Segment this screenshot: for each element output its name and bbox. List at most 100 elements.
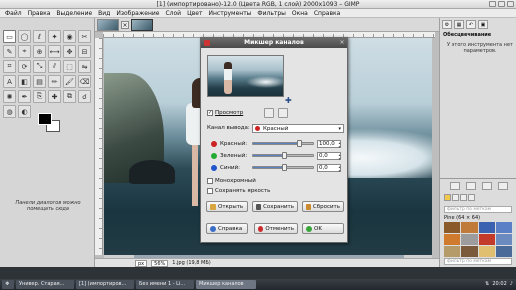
network-icon[interactable]: ⇅ [485,280,489,289]
menu-file[interactable]: Файл [2,9,25,17]
taskbar-item-active[interactable]: Микшер каналов [196,280,256,289]
paths-icon[interactable]: ✎ [3,45,16,58]
pattern-swatch[interactable] [495,222,512,233]
menu-tools[interactable]: Инструменты [205,9,254,17]
crop-icon[interactable]: ⌗ [3,60,16,73]
pattern-swatch[interactable] [478,234,495,245]
tag-assign-input[interactable]: фильтр по меткам [444,258,512,265]
preview-split-button[interactable] [264,108,274,118]
preview-navigate-icon[interactable]: ✚ [285,97,292,105]
tool-options-tab-icon[interactable]: ⚙ [442,20,452,29]
pattern-swatch[interactable] [495,246,512,257]
undo-tab-icon[interactable]: ↶ [466,20,476,29]
maximize-icon[interactable] [498,1,505,7]
ok-button[interactable]: OK [302,223,344,234]
vertical-ruler[interactable] [95,38,103,255]
device-status-tab-icon[interactable]: ▦ [454,20,464,29]
dodge-icon[interactable]: ◐ [18,105,31,118]
pattern-swatch[interactable] [461,246,478,257]
patterns-tab-icon[interactable] [444,194,451,201]
restore-options-icon[interactable] [466,182,476,190]
ellipse-select-icon[interactable]: ◯ [18,30,31,43]
zoom-select[interactable]: 56% [151,259,169,267]
green-value-input[interactable]: 0,0 [317,151,341,161]
gradients-tab-icon[interactable] [460,194,467,201]
taskbar-item[interactable]: [1] (импортиров... [76,280,134,289]
align-icon[interactable]: ⊟ [78,45,91,58]
clock[interactable]: 20:02 [492,280,506,289]
lasso-icon[interactable]: ℓ [33,30,46,43]
output-channel-select[interactable]: Красный ▾ [252,124,344,133]
open-button[interactable]: Открыть [206,201,248,212]
preview-row[interactable]: ✓ Просмотр [207,110,243,116]
airbrush-icon[interactable]: ✺ [3,90,16,103]
shear-icon[interactable]: ⫽ [48,60,61,73]
blue-slider[interactable] [252,164,314,171]
green-slider[interactable] [252,152,314,159]
reset-options-icon[interactable] [498,182,508,190]
pencil-icon[interactable]: ✏ [48,75,61,88]
red-slider[interactable] [252,140,314,147]
text-icon[interactable]: A [3,75,16,88]
menu-colors[interactable]: Цвет [184,9,205,17]
fuzzy-select-icon[interactable]: ✦ [48,30,61,43]
flip-icon[interactable]: ⇋ [78,60,91,73]
ink-icon[interactable]: ✒ [18,90,31,103]
preview-lock-button[interactable] [278,108,288,118]
pattern-swatch[interactable] [478,246,495,257]
preserve-luminosity-row[interactable]: Сохранять яркость [207,188,270,194]
menu-select[interactable]: Выделение [53,9,95,17]
blue-value-input[interactable]: 0,0 [317,163,341,173]
move-icon[interactable]: ✥ [63,45,76,58]
scale-icon[interactable]: ⤡ [33,60,46,73]
scissors-icon[interactable]: ✂ [78,30,91,43]
image-tab-thumbnail[interactable] [97,18,119,31]
menu-edit[interactable]: Правка [25,9,54,17]
pattern-swatch[interactable] [444,234,461,245]
unit-select[interactable]: px [135,259,148,267]
help-button[interactable]: Справка [206,223,248,234]
fg-bg-colors[interactable] [38,113,64,133]
tag-filter-input[interactable]: фильтр по меткам [444,206,512,213]
monochrome-row[interactable]: Монохромный [207,178,256,184]
heal-icon[interactable]: ✚ [48,90,61,103]
cancel-button[interactable]: Отменить [254,223,298,234]
blend-icon[interactable]: ▤ [33,75,46,88]
preview-thumbnail[interactable] [207,55,284,97]
blue-slider-knob[interactable] [282,164,287,171]
perspective-icon[interactable]: ⬚ [63,60,76,73]
menu-windows[interactable]: Окна [289,9,311,17]
brushes-tab-icon[interactable] [452,194,459,201]
volume-icon[interactable]: ♪ [510,280,513,289]
delete-options-icon[interactable] [482,182,492,190]
save-button[interactable]: Сохранить [252,201,298,212]
blur-icon[interactable]: ◍ [3,105,16,118]
rect-select-icon[interactable]: ▭ [3,30,16,43]
color-picker-icon[interactable]: ⌖ [18,45,31,58]
pattern-swatch[interactable] [444,246,461,257]
red-slider-knob[interactable] [297,140,302,147]
preview-checkbox[interactable]: ✓ [207,110,213,116]
minimize-icon[interactable] [489,1,496,7]
image-tab-thumbnail-active[interactable] [131,18,153,31]
measure-icon[interactable]: ⟷ [48,45,61,58]
pattern-swatch[interactable] [444,222,461,233]
paintbrush-icon[interactable]: 🖌 [63,75,76,88]
rotate-icon[interactable]: ⟳ [18,60,31,73]
foreground-color-swatch[interactable] [38,113,52,125]
preserve-luminosity-checkbox[interactable] [207,188,213,194]
menu-filters[interactable]: Фильтры [254,9,288,17]
perspective-clone-icon[interactable]: ⧉ [63,90,76,103]
bucket-fill-icon[interactable]: ◧ [18,75,31,88]
clone-icon[interactable]: ⎘ [33,90,46,103]
smudge-icon[interactable]: ☌ [78,90,91,103]
tab-close-icon[interactable]: × [121,20,129,29]
taskbar-item[interactable]: Универ. Старая... [16,280,74,289]
save-options-icon[interactable] [450,182,460,190]
menu-view[interactable]: Вид [95,9,113,17]
dialog-close-icon[interactable]: × [339,40,345,46]
start-menu-icon[interactable]: ❖ [2,280,14,289]
monochrome-checkbox[interactable] [207,178,213,184]
taskbar-item[interactable]: Без имени 1 - Li... [136,280,194,289]
reset-button[interactable]: Сбросить [302,201,344,212]
